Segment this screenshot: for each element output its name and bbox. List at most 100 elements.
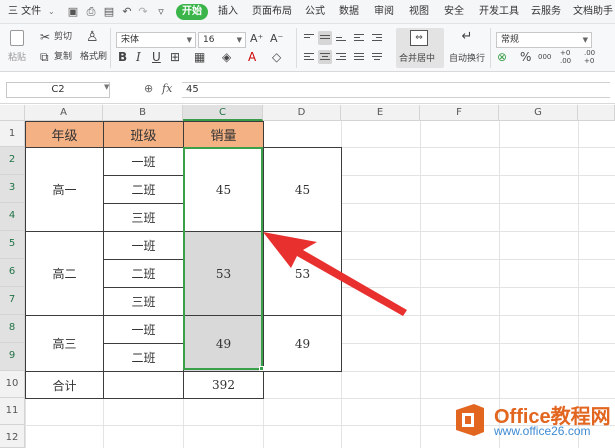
column-header-c[interactable]: C [183,105,263,121]
font-size-select[interactable]: 16 ▼ [198,32,246,48]
row-header-6[interactable]: 6 [0,259,25,287]
align-right-button[interactable] [334,50,348,64]
class-cell[interactable]: 三班 [103,203,184,232]
currency-icon[interactable]: ⊗ [497,50,507,64]
row-header-1[interactable]: 1 [0,121,25,147]
decrease-indent-button[interactable] [352,31,366,45]
wrap-text-label[interactable]: 自动换行 [449,53,485,65]
tab-page-layout[interactable]: 页面布局 [252,4,292,20]
table-header-class[interactable]: 班级 [103,121,184,148]
copy-label[interactable]: 复制 [54,51,72,63]
borders-icon[interactable]: ⊞ [170,50,180,64]
tab-review[interactable]: 审阅 [374,4,394,20]
justify-button[interactable] [352,50,366,64]
print-preview-icon[interactable]: ▤ [102,5,116,19]
chevron-down-icon[interactable]: ▼ [104,83,109,91]
row-header-9[interactable]: 9 [0,343,25,371]
column-header-h[interactable] [578,105,615,121]
file-menu[interactable]: 三 文件 [8,4,41,20]
zoom-search-icon[interactable]: ⊕ [144,82,153,95]
tab-insert[interactable]: 插入 [218,4,238,20]
class-cell[interactable]: 一班 [103,147,184,176]
align-top-button[interactable] [302,31,316,45]
select-all-corner[interactable] [0,105,25,121]
align-center-button[interactable] [318,50,332,64]
class-cell[interactable]: 三班 [103,287,184,316]
fx-icon[interactable]: fx [162,82,172,95]
grade-cell[interactable]: 高一 [25,147,104,232]
table-header-grade[interactable]: 年级 [25,121,104,148]
d-value-cell[interactable]: 45 [263,147,342,232]
row-header-7[interactable]: 7 [0,287,25,315]
wrap-text-icon[interactable]: ↵ [458,30,476,46]
column-header-a[interactable]: A [25,105,103,121]
name-box[interactable]: C2 [6,82,110,98]
percent-button[interactable]: % [520,50,531,64]
total-label-cell[interactable]: 合计 [25,371,104,399]
column-header-e[interactable]: E [341,105,420,121]
cut-icon[interactable]: ✂ [40,30,50,44]
tab-data[interactable]: 数据 [339,4,359,20]
column-header-b[interactable]: B [103,105,183,121]
tab-start[interactable]: 开始 [176,4,208,20]
row-header-3[interactable]: 3 [0,175,25,203]
tab-formulas[interactable]: 公式 [305,4,325,20]
total-value-cell[interactable]: 392 [183,371,264,399]
align-middle-button[interactable] [318,31,332,45]
font-color-icon[interactable]: A [248,50,256,64]
print-icon[interactable]: ⎙ [84,5,98,19]
row-header-12[interactable]: 12 [0,425,25,448]
file-menu-arrow-icon[interactable]: ⌄ [48,4,55,20]
quick-access-more-icon[interactable]: ▿ [154,5,168,19]
tab-view[interactable]: 视图 [409,4,429,20]
bucket-icon[interactable]: ◈ [222,50,231,64]
paste-icon[interactable] [10,30,24,46]
class-cell[interactable]: 一班 [103,231,184,260]
number-format-select[interactable]: 常规 ▼ [496,32,592,48]
d-value-cell[interactable]: 49 [263,315,342,372]
format-painter-label[interactable]: 格式刷 [80,51,107,63]
tab-cloud[interactable]: 云服务 [531,4,561,20]
align-left-button[interactable] [302,50,316,64]
grade-cell[interactable]: 高三 [25,315,104,372]
shrink-font-icon[interactable]: A⁻ [270,32,283,46]
decrease-decimal-button[interactable]: .00 +0 [584,49,604,65]
paste-label[interactable]: 粘贴 [8,52,26,64]
class-cell[interactable]: 二班 [103,175,184,204]
thousands-button[interactable]: 000 [538,51,551,63]
column-header-g[interactable]: G [499,105,578,121]
clear-format-icon[interactable]: ◇ [272,50,281,64]
redo-icon[interactable]: ↷ [136,5,150,19]
undo-icon[interactable]: ↶ [120,5,134,19]
row-header-4[interactable]: 4 [0,203,25,231]
cut-label[interactable]: 剪切 [54,31,72,43]
format-painter-icon[interactable]: ♙ [86,30,99,44]
class-cell[interactable]: 一班 [103,315,184,344]
row-header-5[interactable]: 5 [0,231,25,259]
class-cell[interactable]: 二班 [103,343,184,372]
fill-handle[interactable] [259,366,264,371]
tab-developer[interactable]: 开发工具 [479,4,519,20]
increase-indent-button[interactable] [370,31,384,45]
fill-color-icon[interactable]: ▦ [194,50,205,64]
column-header-d[interactable]: D [263,105,341,121]
class-cell[interactable]: 二班 [103,259,184,288]
total-empty-cell[interactable] [103,371,184,399]
copy-icon[interactable]: ⧉ [40,50,49,64]
save-icon[interactable]: ▣ [66,5,80,19]
column-header-f[interactable]: F [420,105,499,121]
distributed-button[interactable] [370,50,384,64]
increase-decimal-button[interactable]: +0 .00 [560,49,580,65]
italic-button[interactable]: I [136,50,141,64]
underline-button[interactable]: U [152,50,161,64]
bold-button[interactable]: B [118,50,127,64]
align-bottom-button[interactable] [334,31,348,45]
row-header-2[interactable]: 2 [0,147,25,175]
font-name-select[interactable]: 宋体 ▼ [116,32,196,48]
row-header-8[interactable]: 8 [0,315,25,343]
grow-font-icon[interactable]: A⁺ [250,32,263,46]
formula-input[interactable]: 45 [182,82,610,98]
grade-cell[interactable]: 高二 [25,231,104,316]
tab-security[interactable]: 安全 [444,4,464,20]
tab-doc-assistant[interactable]: 文档助手 [573,4,615,20]
